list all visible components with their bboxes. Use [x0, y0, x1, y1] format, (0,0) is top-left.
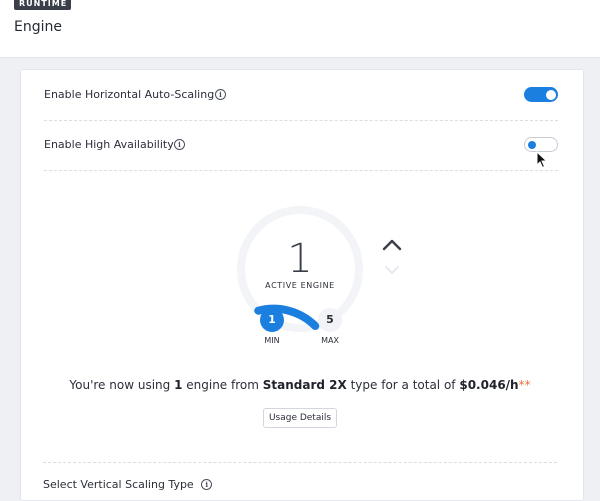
- page-title: Engine: [14, 19, 62, 35]
- info-icon[interactable]: i: [215, 89, 226, 100]
- toggle-knob: [546, 89, 556, 100]
- max-label: MAX: [321, 336, 339, 345]
- min-engines-value: 1: [260, 308, 284, 332]
- chevron-down-icon[interactable]: [383, 264, 401, 276]
- info-icon[interactable]: i: [201, 478, 213, 490]
- high-availability-toggle[interactable]: [524, 137, 558, 152]
- high-availability-row: Enable High Availability i: [44, 120, 558, 171]
- top-header: RUNTIME Engine: [0, 0, 600, 58]
- autoscaling-label: Enable Horizontal Auto-Scaling: [44, 88, 215, 101]
- runtime-badge: RUNTIME: [14, 0, 72, 10]
- summary-prefix: You're now using: [69, 378, 171, 392]
- toggle-knob: [528, 141, 536, 149]
- usage-details-button[interactable]: Usage Details: [263, 408, 337, 428]
- summary-price: $0.046/h: [459, 378, 519, 392]
- summary-count: 1: [174, 378, 183, 392]
- summary-middle1: engine from: [186, 378, 259, 392]
- max-engines-value: 5: [318, 308, 342, 332]
- active-engine-label: ACTIVE ENGINE: [265, 281, 335, 290]
- usage-summary: You're now using 1 engine from Standard …: [0, 378, 600, 392]
- mouse-pointer-icon: [536, 151, 548, 169]
- section-divider: [43, 462, 557, 463]
- min-label: MIN: [264, 336, 280, 345]
- summary-middle2: type for a total of: [350, 378, 456, 392]
- high-availability-label: Enable High Availability: [44, 138, 174, 151]
- autoscaling-row: Enable Horizontal Auto-Scaling i: [44, 70, 558, 121]
- summary-footnote-stars: **: [518, 378, 531, 392]
- info-icon[interactable]: i: [174, 139, 185, 150]
- summary-engine-type: Standard 2X: [262, 378, 347, 392]
- active-engine-count: 1: [287, 236, 313, 282]
- autoscaling-toggle[interactable]: [524, 87, 558, 102]
- chevron-up-icon[interactable]: [381, 238, 403, 252]
